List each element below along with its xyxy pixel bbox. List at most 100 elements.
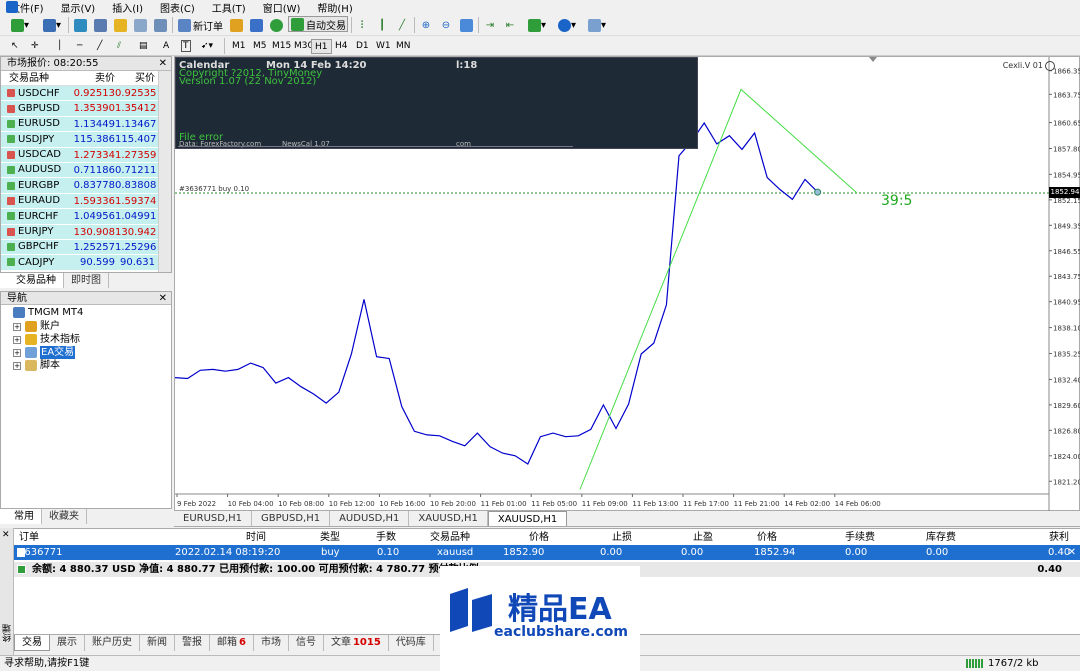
expand-icon[interactable]: + — [13, 361, 21, 370]
indicators-button[interactable]: ▾ — [524, 17, 550, 33]
terminal-tab[interactable]: 新闻 — [140, 635, 175, 651]
vertical-line-tool[interactable]: │ — [54, 39, 65, 54]
list-item[interactable]: EURAUD 1.59336 1.59374 — [1, 193, 171, 210]
new-order-button[interactable]: 新订单 — [178, 17, 226, 33]
table-row[interactable]: 3636771 2022.02.14 08:19:20 buy 0.10 xauusd 1… — [14, 545, 1080, 560]
tab-symbols[interactable]: 交易品种 — [0, 273, 64, 288]
timeframe-w1[interactable]: W1 — [373, 39, 394, 54]
arrows-tool[interactable]: ➹▾ — [198, 39, 216, 54]
column-header[interactable]: 价格 — [529, 529, 549, 546]
timeframe-h4[interactable]: H4 — [332, 39, 351, 54]
expand-icon[interactable]: + — [13, 335, 21, 344]
tab-favorites[interactable]: 收藏夹 — [42, 509, 87, 524]
chart-tab[interactable]: GBPUSD,H1 — [252, 511, 331, 526]
terminal-tab[interactable]: 交易 — [14, 635, 50, 651]
list-item[interactable]: GBPUSD 1.35390 1.35412 — [1, 101, 171, 117]
tester-toggle[interactable] — [152, 17, 168, 33]
autotrading-button[interactable]: 自动交易 — [288, 16, 348, 32]
terminal-toggle[interactable] — [132, 17, 148, 33]
column-header[interactable]: 交易品种 — [430, 529, 470, 546]
list-item[interactable]: USDJPY 115.386 115.407 — [1, 132, 171, 148]
market-watch-toggle[interactable] — [72, 17, 88, 33]
zoom-out-button[interactable]: ⊖ — [438, 17, 454, 33]
menu-tools[interactable]: 工具(T) — [202, 0, 253, 15]
menu-help[interactable]: 帮助(H) — [307, 0, 359, 15]
timeframe-mn[interactable]: MN — [393, 39, 414, 54]
timeframe-h1[interactable]: H1 — [311, 39, 332, 54]
timeframe-d1[interactable]: D1 — [353, 39, 372, 54]
terminal-tab[interactable]: 市场 — [254, 635, 289, 651]
metaeditor-button[interactable] — [228, 17, 244, 33]
column-header[interactable]: 时间 — [246, 529, 266, 546]
column-header[interactable]: 止盈 — [693, 529, 713, 546]
col-symbol[interactable]: 交易品种 — [1, 71, 73, 85]
market-watch-scrollbar[interactable] — [158, 71, 171, 272]
profiles-button[interactable]: ▾ — [38, 17, 66, 33]
terminal-tab[interactable]: 展示 — [50, 635, 85, 651]
templates-button[interactable]: ▾ — [584, 17, 610, 33]
col-bid[interactable]: 卖价 — [73, 71, 115, 85]
order-line-label[interactable]: #3636771 buy 0.10 — [179, 185, 249, 193]
timeframe-m1[interactable]: M1 — [229, 39, 249, 54]
candle-chart-button[interactable]: ┃ — [374, 17, 390, 33]
trendline-tool[interactable]: ╱ — [94, 39, 105, 54]
nav-indicators[interactable]: + 技术指标 — [13, 333, 80, 346]
market-button[interactable] — [268, 17, 284, 33]
list-item[interactable]: GBPCHF 1.25257 1.25296 — [1, 239, 171, 256]
list-item[interactable]: EURUSD 1.13449 1.13467 — [1, 116, 171, 133]
list-item[interactable]: USDCAD 1.27334 1.27359 — [1, 147, 171, 163]
column-header[interactable]: 获利 — [1049, 529, 1069, 546]
expand-icon[interactable]: + — [13, 322, 21, 331]
horizontal-line-tool[interactable]: ─ — [74, 39, 85, 54]
list-item[interactable]: EURGBP 0.83778 0.83808 — [1, 178, 171, 194]
list-item[interactable]: EURJPY 130.908 130.942 — [1, 224, 171, 240]
nav-root[interactable]: TMGM MT4 — [13, 306, 83, 319]
auto-scroll-button[interactable]: ⇥ — [482, 17, 498, 33]
chart-shift-button[interactable]: ⇤ — [502, 17, 518, 33]
line-chart-button[interactable]: ╱ — [394, 17, 410, 33]
chart-tab[interactable]: EURUSD,H1 — [174, 511, 253, 526]
column-header[interactable]: 订单 — [19, 529, 39, 546]
nav-accounts[interactable]: + 账户 — [13, 320, 60, 333]
terminal-tab[interactable]: 信号 — [289, 635, 324, 651]
label-tool[interactable]: A — [160, 39, 172, 54]
bar-chart-button[interactable]: ⫶ — [354, 17, 370, 33]
list-item[interactable]: USDCHF 0.92513 0.92535 — [1, 86, 171, 102]
timeframe-m5[interactable]: M5 — [250, 39, 270, 54]
list-item[interactable]: AUDUSD 0.71186 0.71211 — [1, 162, 171, 179]
chart-window[interactable]: 1866.35 1863.75 1860.65 1857.80 1854.95 1852.… — [174, 56, 1080, 512]
periods-button[interactable]: ▾ — [554, 17, 580, 33]
new-chart-button[interactable]: ▾ — [6, 17, 34, 33]
close-icon[interactable]: ✕ — [2, 530, 10, 540]
tile-windows-button[interactable] — [458, 17, 474, 33]
list-item[interactable]: EURCHF 1.04956 1.04991 — [1, 209, 171, 225]
fibonacci-tool[interactable]: ▤ — [136, 39, 151, 54]
smiley-icon[interactable] — [1045, 61, 1055, 71]
chart-tab[interactable]: XAUUSD,H1 — [409, 511, 488, 526]
terminal-tab[interactable]: 账户历史 — [85, 635, 140, 651]
column-header[interactable]: 止损 — [612, 529, 632, 546]
column-header[interactable]: 类型 — [320, 529, 340, 546]
terminal-tab[interactable]: 代码库 — [389, 635, 434, 651]
chart-tab[interactable]: AUDUSD,H1 — [330, 511, 410, 526]
accounts-button[interactable] — [248, 17, 264, 33]
channel-tool[interactable]: ⫽ — [114, 39, 124, 54]
column-header[interactable]: 手数 — [376, 529, 396, 546]
nav-expert-advisors[interactable]: + EA交易 — [13, 346, 76, 359]
terminal-tab[interactable]: 文章 1015 — [324, 635, 389, 651]
chart-tab[interactable]: XAUUSD,H1 — [487, 511, 568, 526]
close-order-icon[interactable]: ✕ — [1068, 545, 1076, 560]
col-ask[interactable]: 买价 — [115, 71, 155, 85]
close-icon[interactable]: ✕ — [159, 57, 167, 71]
text-label-tool[interactable]: T — [178, 39, 194, 54]
column-header[interactable]: 价格 — [757, 529, 777, 546]
column-header[interactable]: 库存费 — [926, 529, 956, 546]
menu-window[interactable]: 窗口(W) — [253, 0, 308, 15]
cursor-tool[interactable]: ↖ — [8, 39, 22, 54]
data-window-toggle[interactable] — [92, 17, 108, 33]
tab-tick-chart[interactable]: 即时图 — [64, 273, 109, 288]
menu-insert[interactable]: 插入(I) — [102, 0, 150, 15]
zoom-in-button[interactable]: ⊕ — [418, 17, 434, 33]
navigator-toggle[interactable] — [112, 17, 128, 33]
tab-common[interactable]: 常用 — [0, 509, 42, 524]
